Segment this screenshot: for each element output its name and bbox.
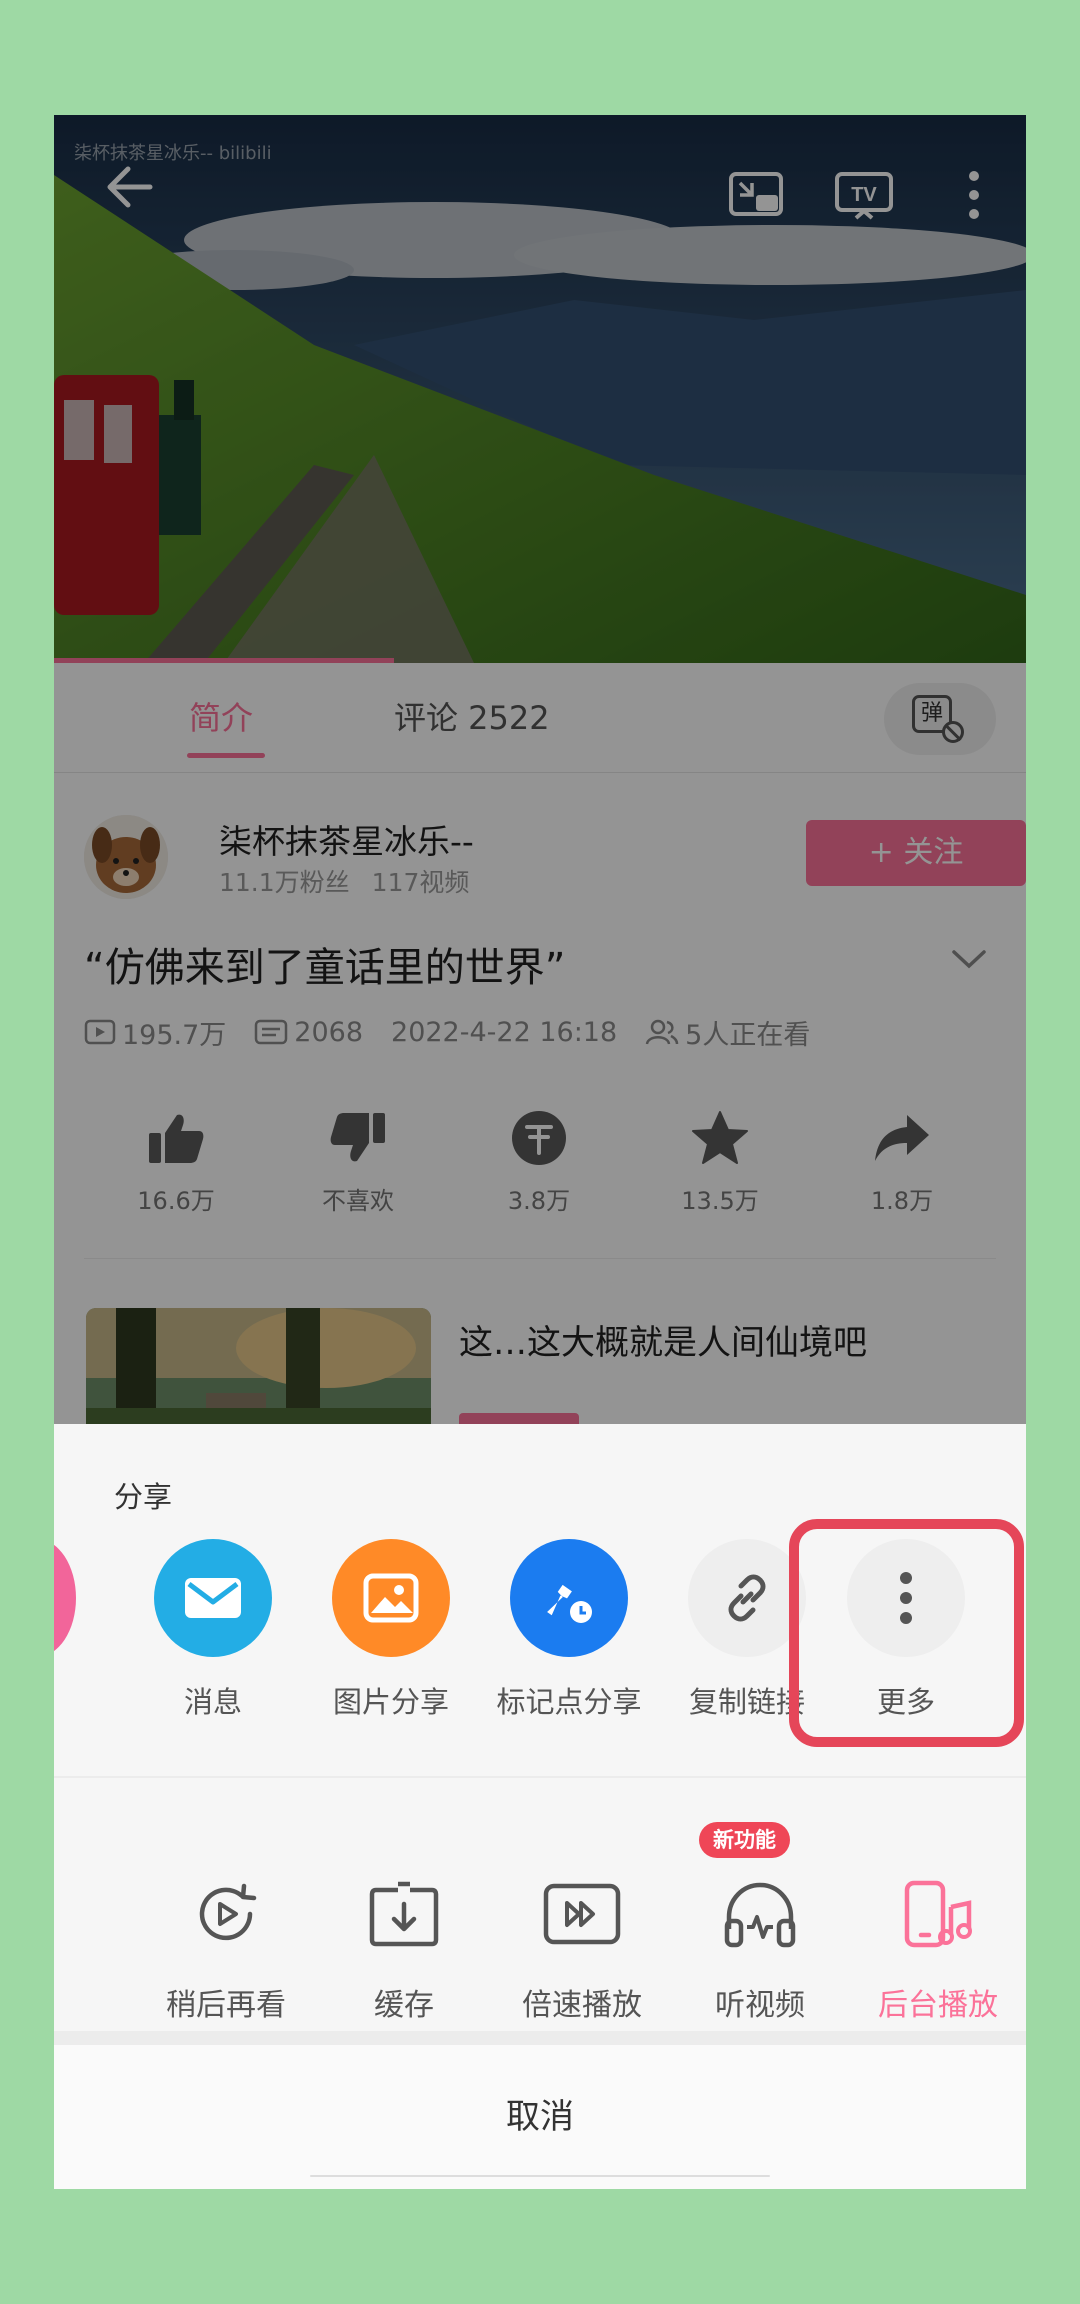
sheet-divider bbox=[54, 1776, 1026, 1778]
share-marker-button[interactable]: 标记点分享 bbox=[480, 1539, 658, 1721]
speed-icon bbox=[492, 1874, 672, 1954]
watch-later-button[interactable]: 稍后再看 bbox=[136, 1874, 316, 2024]
pin-clock-icon bbox=[510, 1539, 628, 1657]
mail-icon bbox=[154, 1539, 272, 1657]
cancel-button[interactable]: 取消 bbox=[54, 2045, 1026, 2189]
cancel-area: 取消 bbox=[54, 2045, 1026, 2189]
share-sheet-title: 分享 bbox=[114, 1480, 173, 1514]
download-button[interactable]: 缓存 bbox=[314, 1874, 494, 2024]
headphones-icon bbox=[670, 1874, 850, 1954]
image-icon bbox=[332, 1539, 450, 1657]
background-play-icon bbox=[848, 1874, 1026, 1954]
download-icon bbox=[314, 1874, 494, 1954]
playback-speed-button[interactable]: 倍速播放 bbox=[492, 1874, 672, 2024]
listen-video-button[interactable]: 听视频 bbox=[670, 1874, 850, 2024]
background-play-button[interactable]: 后台播放 bbox=[848, 1874, 1026, 2024]
share-message-button[interactable]: 消息 bbox=[124, 1539, 302, 1721]
share-sheet: 分享 消息 图片分享 标记点分享 复制链接 更多 稍后再看 缓存 倍速播放 听视… bbox=[54, 1424, 1026, 2189]
modal-scrim[interactable] bbox=[54, 115, 1026, 1424]
new-feature-badge: 新功能 bbox=[699, 1822, 790, 1858]
share-target-partial[interactable] bbox=[54, 1539, 76, 1657]
home-indicator bbox=[310, 2175, 770, 2177]
share-image-button[interactable]: 图片分享 bbox=[302, 1539, 480, 1721]
phone-screen: 柒杯抹茶星冰乐-- bilibili TV 简介 评论 2522 弹 柒杯抹茶星… bbox=[54, 115, 1026, 2189]
watch-later-icon bbox=[136, 1874, 316, 1954]
sheet-gap bbox=[54, 2031, 1026, 2045]
more-button-highlight bbox=[789, 1519, 1024, 1747]
